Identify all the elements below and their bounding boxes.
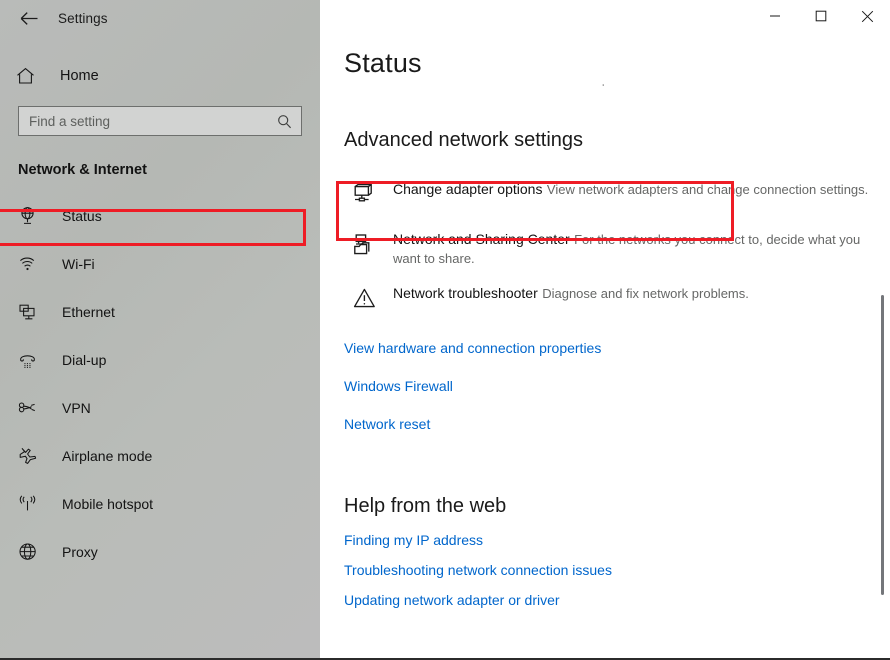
sidebar-item-ethernet[interactable]: Ethernet: [0, 288, 320, 336]
ethernet-icon: [18, 303, 44, 321]
advanced-network-settings-heading: Advanced network settings: [344, 129, 584, 151]
sidebar-nav: Status Wi-Fi Ethernet Dial-up VPN Airpla…: [0, 192, 320, 576]
sidebar-item-dialup-label: Dial-up: [62, 352, 107, 368]
network-sharing-center-title: Network and Sharing Center: [393, 231, 570, 247]
sidebar-item-airplane-mode-label: Airplane mode: [62, 448, 153, 464]
help-link-updating-adapter-driver[interactable]: Updating network adapter or driver: [320, 592, 890, 609]
network-troubleshooter-title: Network troubleshooter: [393, 285, 538, 301]
sidebar-item-dialup[interactable]: Dial-up: [0, 336, 320, 384]
window-controls: [752, 0, 890, 32]
vpn-key-icon: [18, 400, 44, 416]
sidebar: Settings Home Netwo: [0, 0, 320, 660]
search-icon[interactable]: [273, 114, 301, 129]
status-globe-icon: [18, 206, 44, 226]
sidebar-item-status-label: Status: [62, 208, 102, 224]
help-from-web-heading: Help from the web: [344, 495, 507, 517]
link-view-hardware-properties[interactable]: View hardware and connection properties: [320, 340, 890, 357]
change-adapter-options-item[interactable]: Change adapter options View network adap…: [320, 172, 890, 222]
clipped-scrolled-text: ı ʹ: [344, 79, 890, 105]
sidebar-item-home-label: Home: [60, 68, 99, 84]
search-input[interactable]: [19, 107, 273, 135]
network-troubleshooter-text: Network troubleshooter Diagnose and fix …: [393, 284, 749, 303]
sidebar-category-title: Network & Internet: [18, 162, 147, 178]
network-troubleshooter-item[interactable]: Network troubleshooter Diagnose and fix …: [320, 276, 890, 326]
vertical-scrollbar[interactable]: [876, 36, 890, 660]
advanced-settings-list: Change adapter options View network adap…: [320, 172, 890, 326]
help-link-finding-ip-address[interactable]: Finding my IP address: [320, 532, 890, 549]
airplane-icon: [18, 447, 44, 465]
ghost-fragment-2: ʹ: [602, 81, 604, 86]
sidebar-item-airplane-mode[interactable]: Airplane mode: [0, 432, 320, 480]
title-bar: Settings: [0, 0, 320, 36]
maximize-button[interactable]: [798, 0, 844, 32]
network-sharing-center-text: Network and Sharing Center For the netwo…: [393, 230, 890, 268]
change-adapter-options-title: Change adapter options: [393, 181, 543, 197]
network-adapter-icon: [350, 180, 380, 207]
sidebar-item-mobile-hotspot[interactable]: Mobile hotspot: [0, 480, 320, 528]
dialup-phone-icon: [18, 351, 44, 369]
change-adapter-options-text: Change adapter options View network adap…: [393, 180, 868, 199]
home-icon: [16, 67, 46, 85]
scrollbar-thumb[interactable]: [881, 295, 884, 595]
hotspot-antenna-icon: [18, 495, 44, 513]
globe-icon: [18, 542, 44, 562]
network-sharing-center-item[interactable]: Network and Sharing Center For the netwo…: [320, 222, 890, 276]
sidebar-item-vpn-label: VPN: [62, 400, 91, 416]
sidebar-item-wifi[interactable]: Wi-Fi: [0, 240, 320, 288]
close-button[interactable]: [844, 0, 890, 32]
ghost-fragment-1: ı: [524, 81, 528, 86]
sidebar-item-mobile-hotspot-label: Mobile hotspot: [62, 496, 154, 512]
sidebar-item-proxy[interactable]: Proxy: [0, 528, 320, 576]
change-adapter-options-subtitle: View network adapters and change connect…: [546, 182, 869, 197]
settings-window: Settings Home Netwo: [0, 0, 890, 660]
sharing-center-icon: [350, 230, 380, 257]
app-title: Settings: [58, 10, 108, 26]
sidebar-item-proxy-label: Proxy: [62, 544, 98, 560]
link-network-reset[interactable]: Network reset: [320, 416, 890, 433]
wifi-icon: [18, 255, 44, 273]
back-icon[interactable]: [12, 3, 46, 33]
help-links-list: Finding my IP address Troubleshooting ne…: [320, 532, 890, 609]
minimize-button[interactable]: [752, 0, 798, 32]
search-container: [0, 96, 320, 136]
sidebar-item-status[interactable]: Status: [0, 192, 320, 240]
main-content: Status ı ʹ Advanced network settings: [320, 0, 890, 660]
help-link-troubleshooting-connection[interactable]: Troubleshooting network connection issue…: [320, 562, 890, 579]
sidebar-item-wifi-label: Wi-Fi: [62, 256, 95, 272]
sidebar-item-home[interactable]: Home: [0, 56, 320, 96]
link-windows-firewall[interactable]: Windows Firewall: [320, 378, 890, 395]
search-box[interactable]: [18, 106, 302, 136]
network-troubleshooter-subtitle: Diagnose and fix network problems.: [542, 286, 749, 301]
warning-triangle-icon: [350, 284, 380, 310]
sidebar-item-vpn[interactable]: VPN: [0, 384, 320, 432]
sidebar-item-ethernet-label: Ethernet: [62, 304, 115, 320]
